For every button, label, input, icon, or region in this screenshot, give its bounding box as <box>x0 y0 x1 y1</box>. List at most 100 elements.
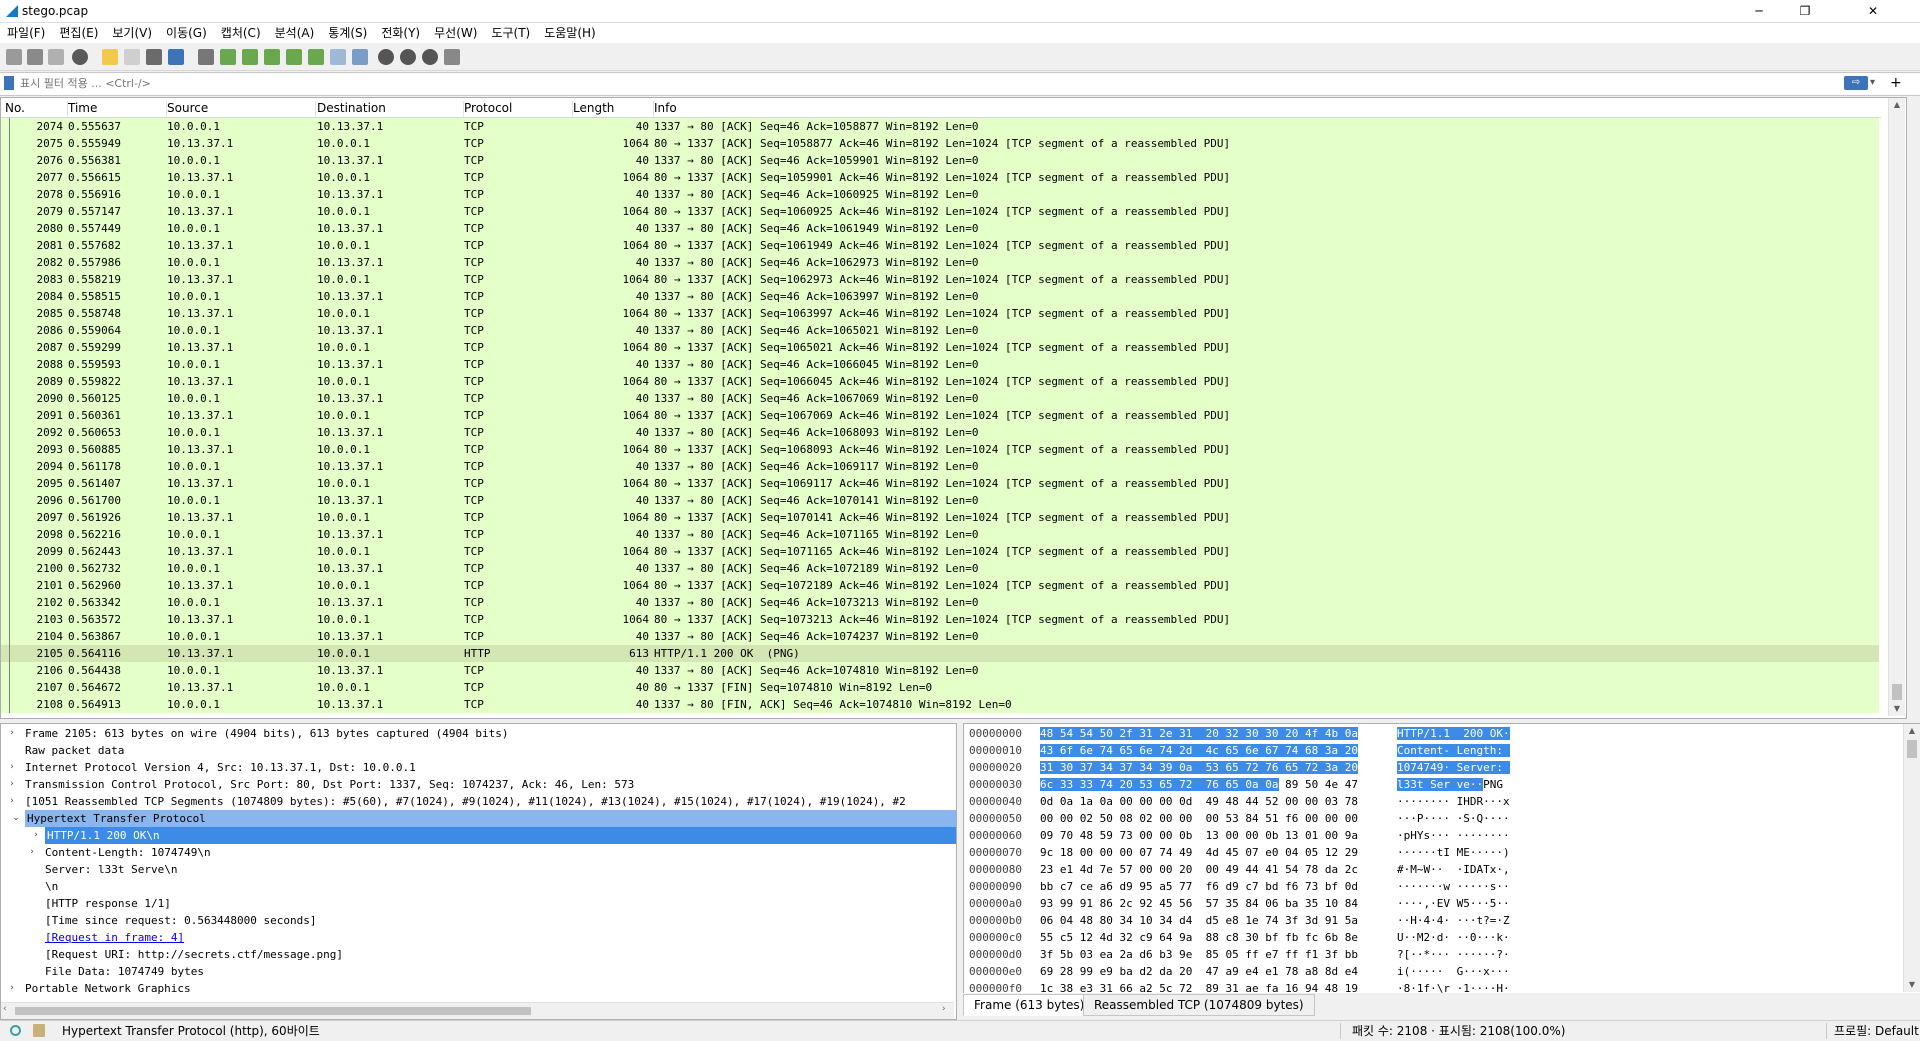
packet-row[interactable]: 2100 0.562732 10.0.0.1 10.13.37.1 TCP 40 1337 … <box>1 560 1879 577</box>
close-button[interactable]: ✕ <box>1828 0 1918 22</box>
bytes-row[interactable]: 000000e0 69 28 99 e9 ba d2 da 20 47 a9 e4… <box>964 963 1899 980</box>
first-packet-icon[interactable] <box>286 49 302 65</box>
packet-list-scrollbar[interactable]: ▲ ▼ <box>1888 98 1905 716</box>
colorize-icon[interactable] <box>352 49 368 65</box>
detail-tree-item[interactable]: › Transmission Control Protocol, Src Port… <box>1 776 956 793</box>
menu-item[interactable]: 이동(G) <box>159 23 214 43</box>
detail-tree-item[interactable]: [Time since request: 0.563448000 seconds… <box>1 912 956 929</box>
go-back-icon[interactable] <box>220 49 236 65</box>
detail-tree-item[interactable]: › [1051 Reassembled TCP Segments (1074809… <box>1 793 956 810</box>
resize-columns-icon[interactable] <box>444 49 460 65</box>
filter-dropdown-icon[interactable]: ▾ <box>1870 76 1880 90</box>
detail-tree-item[interactable]: [Request in frame: 4] <box>1 929 956 946</box>
packet-row[interactable]: 2081 0.557682 10.13.37.1 10.0.0.1 TCP 1064 80 … <box>1 237 1879 254</box>
menu-item[interactable]: 보기(V) <box>105 23 159 43</box>
detail-tree-item[interactable]: › Portable Network Graphics <box>1 980 956 997</box>
column-source[interactable]: Source <box>163 101 316 117</box>
detail-tree-item[interactable]: \n <box>1 878 956 895</box>
details-horizontal-scrollbar[interactable]: ‹ › <box>1 1002 954 1019</box>
expand-right-icon[interactable]: › <box>7 776 17 793</box>
bytes-row[interactable]: 000000a0 93 99 91 86 2c 92 45 56 57 35 84… <box>964 895 1899 912</box>
bytes-scroll-up-icon[interactable]: ▲ <box>1904 724 1920 738</box>
menu-item[interactable]: 캡처(C) <box>214 23 268 43</box>
packet-list-scroll-thumb[interactable] <box>1892 684 1902 700</box>
bytes-row[interactable]: 00000000 48 54 54 50 2f 31 2e 31 20 32 30… <box>964 725 1899 742</box>
packet-row[interactable]: 2076 0.556381 10.0.0.1 10.13.37.1 TCP 40 1337 … <box>1 152 1879 169</box>
column-no[interactable]: No. <box>1 101 68 117</box>
stop-capture-icon[interactable] <box>27 49 43 65</box>
maximize-button[interactable]: ❐ <box>1782 0 1828 22</box>
capture-comment-icon[interactable] <box>33 1024 45 1037</box>
scroll-down-icon[interactable]: ▼ <box>1889 702 1905 716</box>
packet-row[interactable]: 2088 0.559593 10.0.0.1 10.13.37.1 TCP 40 1337 … <box>1 356 1879 373</box>
bytes-row[interactable]: 000000d0 3f 5b 03 ea 2a d6 b3 9e 85 05 ff… <box>964 946 1899 963</box>
packet-row[interactable]: 2084 0.558515 10.0.0.1 10.13.37.1 TCP 40 1337 … <box>1 288 1879 305</box>
expand-right-icon[interactable]: › <box>27 844 37 861</box>
packet-row[interactable]: 2101 0.562960 10.13.37.1 10.0.0.1 TCP 1064 80 … <box>1 577 1879 594</box>
packet-row[interactable]: 2077 0.556615 10.13.37.1 10.0.0.1 TCP 1064 80 … <box>1 169 1879 186</box>
save-file-icon[interactable] <box>124 49 140 65</box>
scroll-up-icon[interactable]: ▲ <box>1889 98 1905 112</box>
packet-row[interactable]: 2103 0.563572 10.13.37.1 10.0.0.1 TCP 1064 80 … <box>1 611 1879 628</box>
packet-row[interactable]: 2099 0.562443 10.13.37.1 10.0.0.1 TCP 1064 80 … <box>1 543 1879 560</box>
packet-row[interactable]: 2106 0.564438 10.0.0.1 10.13.37.1 TCP 40 1337 … <box>1 662 1879 679</box>
expand-right-icon[interactable]: › <box>7 980 17 997</box>
packet-row[interactable]: 2090 0.560125 10.0.0.1 10.13.37.1 TCP 40 1337 … <box>1 390 1879 407</box>
normal-size-icon[interactable] <box>422 49 438 65</box>
bytes-scrollbar[interactable]: ▲ ▼ <box>1903 724 1920 992</box>
menu-item[interactable]: 파일(F) <box>0 23 52 43</box>
menu-item[interactable]: 전화(Y) <box>374 23 427 43</box>
status-profile[interactable]: 프로필: Default <box>1834 1023 1919 1039</box>
bytes-row[interactable]: 00000080 23 e1 4d 7e 57 00 00 20 00 49 44… <box>964 861 1899 878</box>
detail-tree-item[interactable]: Raw packet data <box>1 742 956 759</box>
menu-item[interactable]: 편집(E) <box>52 23 105 43</box>
packet-row[interactable]: 2089 0.559822 10.13.37.1 10.0.0.1 TCP 1064 80 … <box>1 373 1879 390</box>
detail-tree-item[interactable]: › Internet Protocol Version 4, Src: 10.13… <box>1 759 956 776</box>
expand-right-icon[interactable]: › <box>31 827 41 844</box>
detail-tree-item[interactable]: File Data: 1074749 bytes <box>1 963 956 980</box>
capture-options-icon[interactable] <box>72 49 88 65</box>
packet-row[interactable]: 2096 0.561700 10.0.0.1 10.13.37.1 TCP 40 1337 … <box>1 492 1879 509</box>
packet-row[interactable]: 2108 0.564913 10.0.0.1 10.13.37.1 TCP 40 1337 … <box>1 696 1879 713</box>
packet-row[interactable]: 2093 0.560885 10.13.37.1 10.0.0.1 TCP 1064 80 … <box>1 441 1879 458</box>
packet-row[interactable]: 2105 0.564116 10.13.37.1 10.0.0.1 HTTP 613 HTT… <box>1 645 1879 662</box>
bytes-row[interactable]: 00000020 31 30 37 34 37 34 39 0a 53 65 72… <box>964 759 1899 776</box>
detail-tree-item[interactable]: [Request URI: http://secrets.ctf/message… <box>1 946 956 963</box>
column-length[interactable]: Length <box>569 101 654 117</box>
bytes-row[interactable]: 00000010 43 6f 6e 74 65 6e 74 2d 4c 65 6e… <box>964 742 1899 759</box>
reload-file-icon[interactable] <box>168 49 184 65</box>
last-packet-icon[interactable] <box>308 49 324 65</box>
column-time[interactable]: Time <box>64 101 167 117</box>
detail-tree-item[interactable]: Server: l33t Serve\n <box>1 861 956 878</box>
packet-row[interactable]: 2102 0.563342 10.0.0.1 10.13.37.1 TCP 40 1337 … <box>1 594 1879 611</box>
expand-right-icon[interactable]: › <box>7 759 17 776</box>
packet-row[interactable]: 2092 0.560653 10.0.0.1 10.13.37.1 TCP 40 1337 … <box>1 424 1879 441</box>
packet-row[interactable]: 2075 0.555949 10.13.37.1 10.0.0.1 TCP 1064 80 … <box>1 135 1879 152</box>
details-scroll-thumb[interactable] <box>15 1007 531 1015</box>
bytes-row[interactable]: 00000030 6c 33 33 74 20 53 65 72 76 65 0a… <box>964 776 1899 793</box>
detail-tree-item[interactable]: › Content-Length: 1074749\n <box>1 844 956 861</box>
bytes-row[interactable]: 000000b0 06 04 48 80 34 10 34 d4 d5 e8 1e… <box>964 912 1899 929</box>
scroll-right-icon[interactable]: › <box>942 1004 946 1014</box>
tab-frame-bytes[interactable]: Frame (613 bytes) <box>963 994 1096 1016</box>
detail-tree-item[interactable]: › Frame 2105: 613 bytes on wire (4904 bit… <box>1 725 956 742</box>
bytes-row[interactable]: 000000c0 55 c5 12 4d 32 c9 64 9a 88 c8 30… <box>964 929 1899 946</box>
column-info[interactable]: Info <box>650 101 1874 117</box>
go-forward-icon[interactable] <box>242 49 258 65</box>
column-destination[interactable]: Destination <box>313 101 464 117</box>
restart-capture-icon[interactable] <box>48 49 64 65</box>
display-filter-input[interactable] <box>20 75 1840 91</box>
go-to-packet-icon[interactable] <box>264 49 280 65</box>
expert-info-icon[interactable] <box>10 1025 21 1036</box>
minimize-button[interactable]: ─ <box>1736 0 1782 22</box>
add-filter-button[interactable]: + <box>1890 74 1902 92</box>
bytes-row[interactable]: 00000090 bb c7 ce a6 d9 95 a5 77 f6 d9 c7… <box>964 878 1899 895</box>
detail-text[interactable]: [Request in frame: 4] <box>45 929 184 946</box>
packet-row[interactable]: 2095 0.561407 10.13.37.1 10.0.0.1 TCP 1064 80 … <box>1 475 1879 492</box>
packet-row[interactable]: 2082 0.557986 10.0.0.1 10.13.37.1 TCP 40 1337 … <box>1 254 1879 271</box>
close-file-icon[interactable] <box>146 49 162 65</box>
expand-right-icon[interactable]: › <box>7 793 17 810</box>
packet-row[interactable]: 2087 0.559299 10.13.37.1 10.0.0.1 TCP 1064 80 … <box>1 339 1879 356</box>
scroll-left-icon[interactable]: ‹ <box>3 1004 7 1014</box>
column-protocol[interactable]: Protocol <box>460 101 573 117</box>
